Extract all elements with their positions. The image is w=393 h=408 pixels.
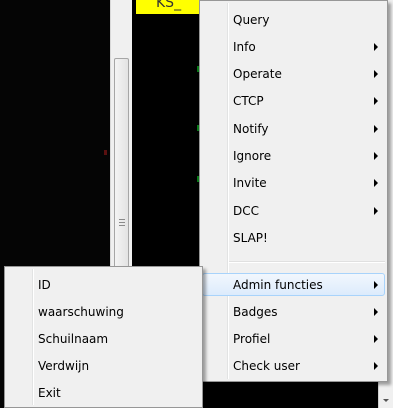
submenu-arrow-icon — [374, 308, 378, 316]
submenu-arrow-icon — [374, 43, 378, 51]
submenu-arrow-icon — [374, 152, 378, 160]
menu-item-slap[interactable]: SLAP! — [202, 226, 385, 249]
channel-tab-label: KS_ — [156, 0, 182, 11]
menu-item-ctcp[interactable]: CTCP — [202, 89, 385, 112]
menu-item-label: DCC — [233, 204, 259, 218]
menu-item-label: Query — [233, 13, 270, 27]
menu-item-label: Verdwijn — [38, 359, 90, 373]
menu-item-label: ID — [38, 278, 51, 292]
menu-item-label: Badges — [233, 305, 278, 319]
submenu-arrow-icon — [374, 179, 378, 187]
menu-item-label: Ignore — [233, 149, 272, 163]
menu-item-info[interactable]: Info — [202, 35, 385, 58]
menu-item-label: waarschuwing — [38, 305, 124, 319]
submenu-item-waarschuwing[interactable]: waarschuwing — [7, 300, 200, 323]
menu-item-label: Check user — [233, 359, 300, 373]
submenu-arrow-icon — [374, 70, 378, 78]
stray-pixel — [104, 150, 107, 155]
menu-item-admin-functies[interactable]: Admin functies — [202, 273, 385, 296]
menu-item-profiel[interactable]: Profiel — [202, 327, 385, 350]
grip-icon — [119, 219, 125, 226]
submenu-item-schuilnaam[interactable]: Schuilnaam — [7, 327, 200, 350]
submenu-arrow-icon — [374, 335, 378, 343]
menu-separator — [229, 261, 385, 263]
submenu-arrow-icon — [374, 281, 378, 289]
submenu-item-id[interactable]: ID — [7, 273, 200, 296]
menu-item-label: Invite — [233, 176, 267, 190]
menu-item-check-user[interactable]: Check user — [202, 354, 385, 377]
menu-item-dcc[interactable]: DCC — [202, 199, 385, 222]
menu-item-label: Schuilnaam — [38, 332, 109, 346]
channel-tab[interactable]: KS_ — [136, 0, 200, 14]
menu-item-label: Exit — [38, 386, 61, 400]
menu-item-invite[interactable]: Invite — [202, 171, 385, 194]
menu-item-label: Operate — [233, 67, 282, 81]
menu-item-label: Admin functies — [233, 278, 323, 292]
submenu-item-verdwijn[interactable]: Verdwijn — [7, 354, 200, 377]
admin-submenu: ID waarschuwing Schuilnaam Verdwijn Exit — [4, 266, 203, 408]
menu-item-label: Notify — [233, 122, 269, 136]
submenu-arrow-icon — [374, 125, 378, 133]
menu-item-label: Profiel — [233, 332, 271, 346]
menu-item-operate[interactable]: Operate — [202, 62, 385, 85]
submenu-item-exit[interactable]: Exit — [7, 381, 200, 404]
menu-item-badges[interactable]: Badges — [202, 300, 385, 323]
scrollbar-thumb[interactable] — [114, 58, 129, 270]
menu-item-ignore[interactable]: Ignore — [202, 144, 385, 167]
menu-item-label: CTCP — [233, 94, 264, 108]
context-menu: Query Info Operate CTCP Notify Ignore In… — [199, 0, 388, 382]
submenu-arrow-icon — [374, 362, 378, 370]
submenu-arrow-icon — [374, 207, 378, 215]
submenu-arrow-icon — [374, 97, 378, 105]
menu-item-notify[interactable]: Notify — [202, 117, 385, 140]
scroll-down-icon[interactable] — [383, 399, 389, 402]
menu-item-query[interactable]: Query — [202, 8, 385, 31]
menu-item-label: SLAP! — [233, 231, 268, 245]
menu-item-label: Info — [233, 40, 256, 54]
